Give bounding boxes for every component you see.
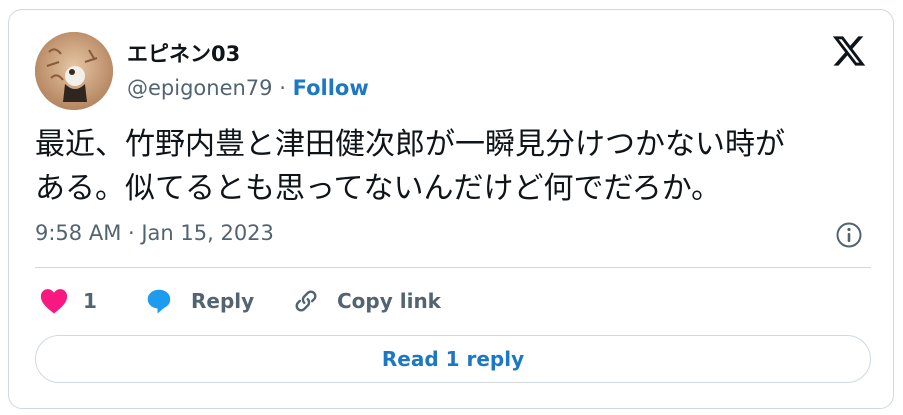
x-logo-icon[interactable] [831,33,867,69]
tweet-text-line: 最近、竹野内豊と津田健次郎が一瞬見分けつかない時が [35,127,785,162]
link-icon [295,290,317,312]
reply-bubble-icon [147,289,171,314]
heart-icon [40,289,68,314]
like-button[interactable]: 1 [39,280,97,322]
divider [35,267,871,268]
follow-button[interactable]: Follow [293,76,369,100]
user-handle[interactable]: @epigonen79 [127,76,273,100]
separator-dot: · [279,76,286,100]
read-replies-button[interactable]: Read 1 reply [35,335,871,383]
handle-row: @epigonen79 · Follow [127,76,369,100]
tweet-card: エピネン03 @epigonen79 · Follow 最近、竹野内豊と津田健次… [8,9,894,409]
tweet-text-line: ある。似てるとも思ってないんだけど何でだろか。 [35,171,722,206]
reply-button[interactable]: Reply [143,280,254,322]
display-name[interactable]: エピネン03 [127,38,240,68]
action-bar: 1 Reply Copy link [35,280,871,322]
info-icon[interactable] [835,221,863,249]
like-count: 1 [83,289,97,313]
avatar-image [35,32,113,110]
copy-link-button[interactable]: Copy link [291,280,441,322]
copy-link-label: Copy link [337,289,441,313]
tweet-text: 最近、竹野内豊と津田健次郎が一瞬見分けつかない時が ある。似てるとも思ってないん… [35,123,875,211]
reply-label: Reply [191,289,255,313]
avatar[interactable] [35,32,113,110]
tweet-timestamp[interactable]: 9:58 AM · Jan 15, 2023 [35,221,274,245]
